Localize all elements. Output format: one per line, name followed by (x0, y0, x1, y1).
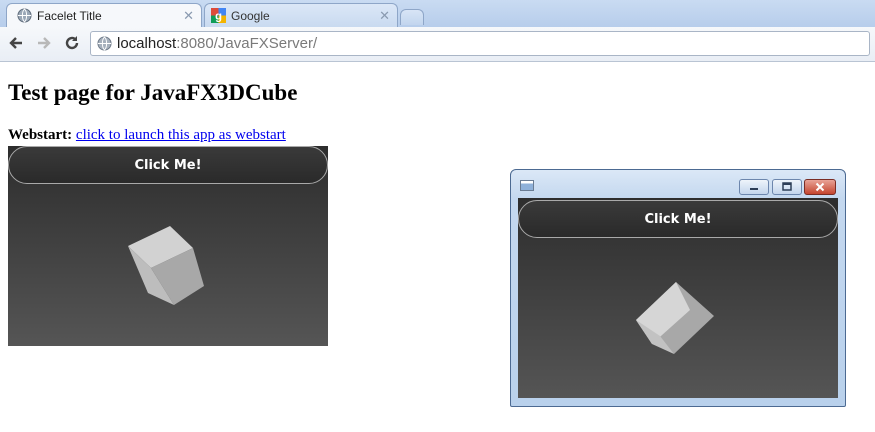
browser-toolbar: localhost:8080/JavaFXServer/ (0, 27, 875, 62)
svg-text:g: g (215, 11, 222, 23)
webstart-link[interactable]: click to launch this app as webstart (76, 127, 286, 143)
tab-google[interactable]: g Google ✕ (204, 3, 398, 27)
popup-javafx-scene[interactable]: Click Me! (518, 198, 838, 398)
back-arrow-icon[interactable] (6, 33, 26, 53)
url-host: localhost (117, 35, 177, 52)
tab-close-icon[interactable]: ✕ (183, 8, 194, 24)
webstart-line: Webstart: click to launch this app as we… (8, 127, 286, 144)
tab-facelet-title[interactable]: Facelet Title ✕ (6, 3, 202, 27)
cube-3d (128, 226, 204, 305)
close-window-icon[interactable] (804, 179, 836, 195)
cube-3d (636, 282, 714, 354)
reload-icon[interactable] (62, 33, 82, 53)
click-me-button[interactable]: Click Me! (518, 200, 838, 238)
webstart-label: Webstart: (8, 127, 73, 143)
embedded-javafx-scene[interactable]: Click Me! (8, 146, 328, 346)
tab-title: Facelet Title (37, 9, 102, 23)
new-tab-button[interactable] (400, 9, 424, 25)
page-title: Test page for JavaFX3DCube (8, 80, 298, 105)
page-info-icon[interactable] (97, 36, 112, 51)
click-me-button[interactable]: Click Me! (8, 146, 328, 184)
tab-strip: Facelet Title ✕ g Google ✕ (0, 0, 875, 27)
java-app-icon (520, 180, 534, 191)
address-bar[interactable]: localhost:8080/JavaFXServer/ (90, 31, 870, 56)
popup-window[interactable]: Click Me! (510, 169, 846, 407)
tab-title: Google (231, 9, 270, 23)
url-path: :8080/JavaFXServer/ (176, 35, 318, 52)
google-icon: g (211, 8, 226, 23)
forward-arrow-icon[interactable] (34, 33, 54, 53)
globe-icon (17, 8, 32, 23)
tab-close-icon[interactable]: ✕ (379, 8, 390, 24)
maximize-icon[interactable] (772, 179, 802, 195)
url-text: localhost:8080/JavaFXServer/ (117, 35, 317, 52)
minimize-icon[interactable] (739, 179, 769, 195)
